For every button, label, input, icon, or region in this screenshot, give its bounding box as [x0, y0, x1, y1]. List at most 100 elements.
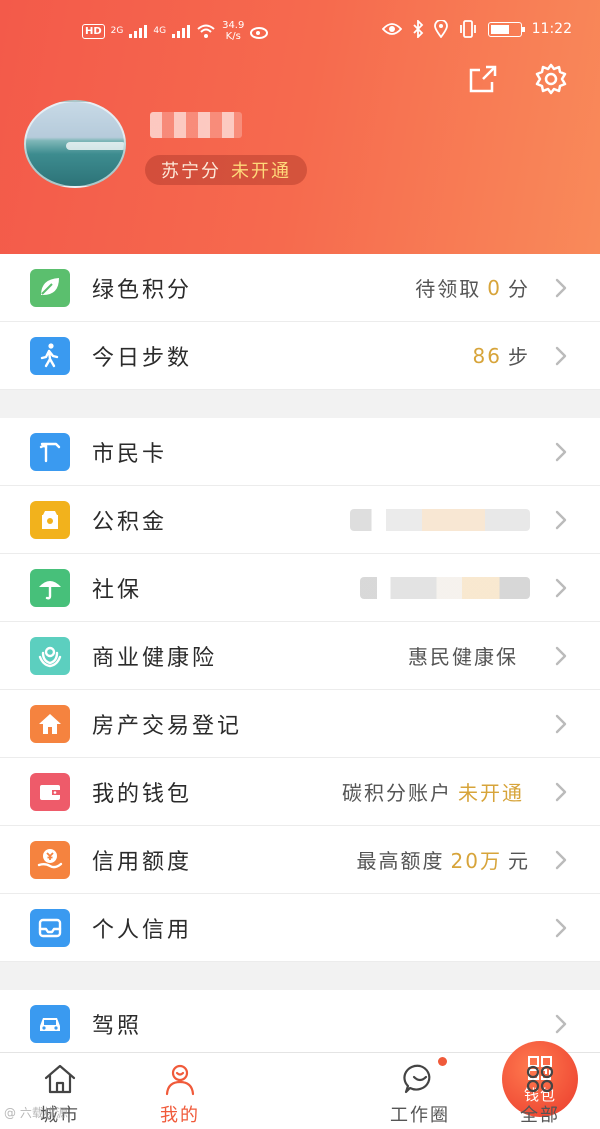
chevron-right-icon — [552, 442, 570, 462]
person-icon — [165, 1064, 195, 1096]
watermark: @ 六载桃源 — [4, 1106, 68, 1120]
list-item-label: 绿色积分 — [92, 277, 193, 303]
right-prefix: 最高额度 — [356, 849, 445, 873]
inbox-icon — [30, 909, 70, 947]
gear-icon[interactable] — [534, 62, 568, 96]
tab-label: 工作圈 — [390, 1105, 450, 1126]
right-highlight: 20万 — [450, 849, 502, 873]
bottom-tab-bar: 城市 我的 钱包 工作圈 全部 — [0, 1041, 600, 1129]
list-item-housing-fund[interactable]: 公积金 — [0, 486, 600, 554]
status-right: 11:22 — [381, 20, 572, 38]
chevron-right-icon — [552, 918, 570, 938]
shield-icon — [30, 637, 70, 675]
chevron-right-icon — [552, 714, 570, 734]
list-item-value: 惠民健康保 — [408, 641, 530, 670]
chevron-right-icon — [552, 278, 570, 298]
list-item-label: 公积金 — [92, 509, 168, 535]
list-item-value: 待领取 0 分 — [415, 273, 530, 302]
eye-icon — [381, 23, 402, 35]
clock: 11:22 — [531, 21, 572, 37]
list-item-label: 我的钱包 — [92, 781, 193, 807]
list-item-value: 碳积分账户 未开通 — [342, 777, 530, 806]
right-highlight: 0 — [487, 275, 502, 300]
signal-icon — [129, 24, 148, 38]
chevron-right-icon — [552, 346, 570, 366]
chevron-right-icon — [552, 578, 570, 598]
list-item-label: 房产交易登记 — [92, 713, 243, 739]
right-highlight: 未开通 — [458, 781, 524, 805]
list-item-value: 最高额度 20万元 — [357, 845, 530, 874]
suning-points-pill[interactable]: 苏宁分 未开通 — [145, 155, 307, 185]
net-2-label: 4G — [153, 26, 167, 36]
right-prefix: 惠民健康保 — [408, 645, 518, 669]
tab-mine[interactable]: 我的 — [120, 1053, 240, 1129]
list-item-label: 市民卡 — [92, 441, 168, 467]
right-prefix: 碳积分账户 — [342, 781, 452, 805]
wallet-icon — [30, 773, 70, 811]
right-suffix: 分 — [508, 277, 530, 301]
list-item-label: 今日步数 — [92, 345, 193, 371]
location-icon — [433, 20, 448, 38]
section-gap — [0, 962, 600, 990]
fund-icon — [30, 501, 70, 539]
list-item-personal-credit[interactable]: 个人信用 — [0, 894, 600, 962]
tab-wallet[interactable]: 钱包 — [240, 1041, 578, 1129]
chevron-right-icon — [552, 510, 570, 530]
weibo-icon — [250, 27, 269, 39]
list-item-value — [350, 508, 530, 531]
redacted-value — [350, 508, 530, 531]
chat-icon — [403, 1064, 431, 1094]
points-status: 未开通 — [231, 161, 291, 182]
tab-label: 我的 — [160, 1105, 200, 1126]
list-item-wallet[interactable]: 我的钱包 碳积分账户 未开通 — [0, 758, 600, 826]
card-icon — [30, 433, 70, 471]
service-list: 绿色积分 待领取 0 分今日步数 86 步市民卡公积金社保商业健康险 惠民健康保房产交易登记… — [0, 254, 600, 1058]
yen-icon — [30, 841, 70, 879]
username-redacted — [150, 112, 242, 138]
tab-work-circle[interactable]: 工作圈 — [360, 1053, 480, 1129]
list-item-steps[interactable]: 今日步数 86 步 — [0, 322, 600, 390]
list-item-label: 驾照 — [92, 1013, 143, 1039]
list-item-value: 86 步 — [467, 341, 530, 370]
list-item-green-points[interactable]: 绿色积分 待领取 0 分 — [0, 254, 600, 322]
list-item-driver-license[interactable]: 驾照 — [0, 990, 600, 1058]
tab-all[interactable]: 全部 — [480, 1053, 600, 1129]
chevron-right-icon — [552, 646, 570, 666]
walking-icon — [30, 337, 70, 375]
notification-dot — [438, 1057, 447, 1066]
grid-icon — [526, 1065, 554, 1093]
right-prefix: 待领取 — [415, 277, 482, 301]
battery-level — [490, 24, 509, 34]
net-speed-value: 34.9 — [222, 20, 245, 31]
tab-label: 全部 — [520, 1105, 560, 1126]
list-item-health-insurance[interactable]: 商业健康险 惠民健康保 — [0, 622, 600, 690]
list-item-credit-limit[interactable]: 信用额度 最高额度 20万元 — [0, 826, 600, 894]
points-label: 苏宁分 — [161, 161, 221, 182]
right-suffix: 步 — [508, 345, 530, 369]
app-screen: HD 2G 4G 34.9 K/s 11:22 苏宁分 未开通 绿色积分 待领取… — [0, 0, 600, 1129]
bluetooth-icon — [413, 20, 423, 38]
list-item-label: 信用额度 — [92, 849, 193, 875]
list-item-property[interactable]: 房产交易登记 — [0, 690, 600, 758]
list-item-social-security[interactable]: 社保 — [0, 554, 600, 622]
battery-icon — [487, 21, 525, 37]
right-suffix: 元 — [508, 849, 530, 873]
list-item-label: 社保 — [92, 577, 143, 603]
umbrella-icon — [30, 569, 70, 607]
chevron-right-icon — [552, 1014, 570, 1034]
leaf-icon — [30, 269, 70, 307]
net-1-label: 2G — [110, 26, 124, 36]
right-highlight: 86 — [472, 343, 502, 368]
car-icon — [30, 1005, 70, 1043]
section-gap — [0, 390, 600, 418]
share-icon[interactable] — [466, 62, 500, 96]
signal-icon-2 — [172, 24, 191, 38]
list-item-label: 商业健康险 — [92, 645, 218, 671]
avatar[interactable] — [24, 100, 126, 188]
wifi-icon — [197, 24, 215, 38]
hd-badge: HD — [82, 23, 105, 39]
house-icon — [30, 705, 70, 743]
vibrate-icon — [459, 20, 476, 38]
home-icon — [44, 1064, 76, 1094]
list-item-citizen-card[interactable]: 市民卡 — [0, 418, 600, 486]
